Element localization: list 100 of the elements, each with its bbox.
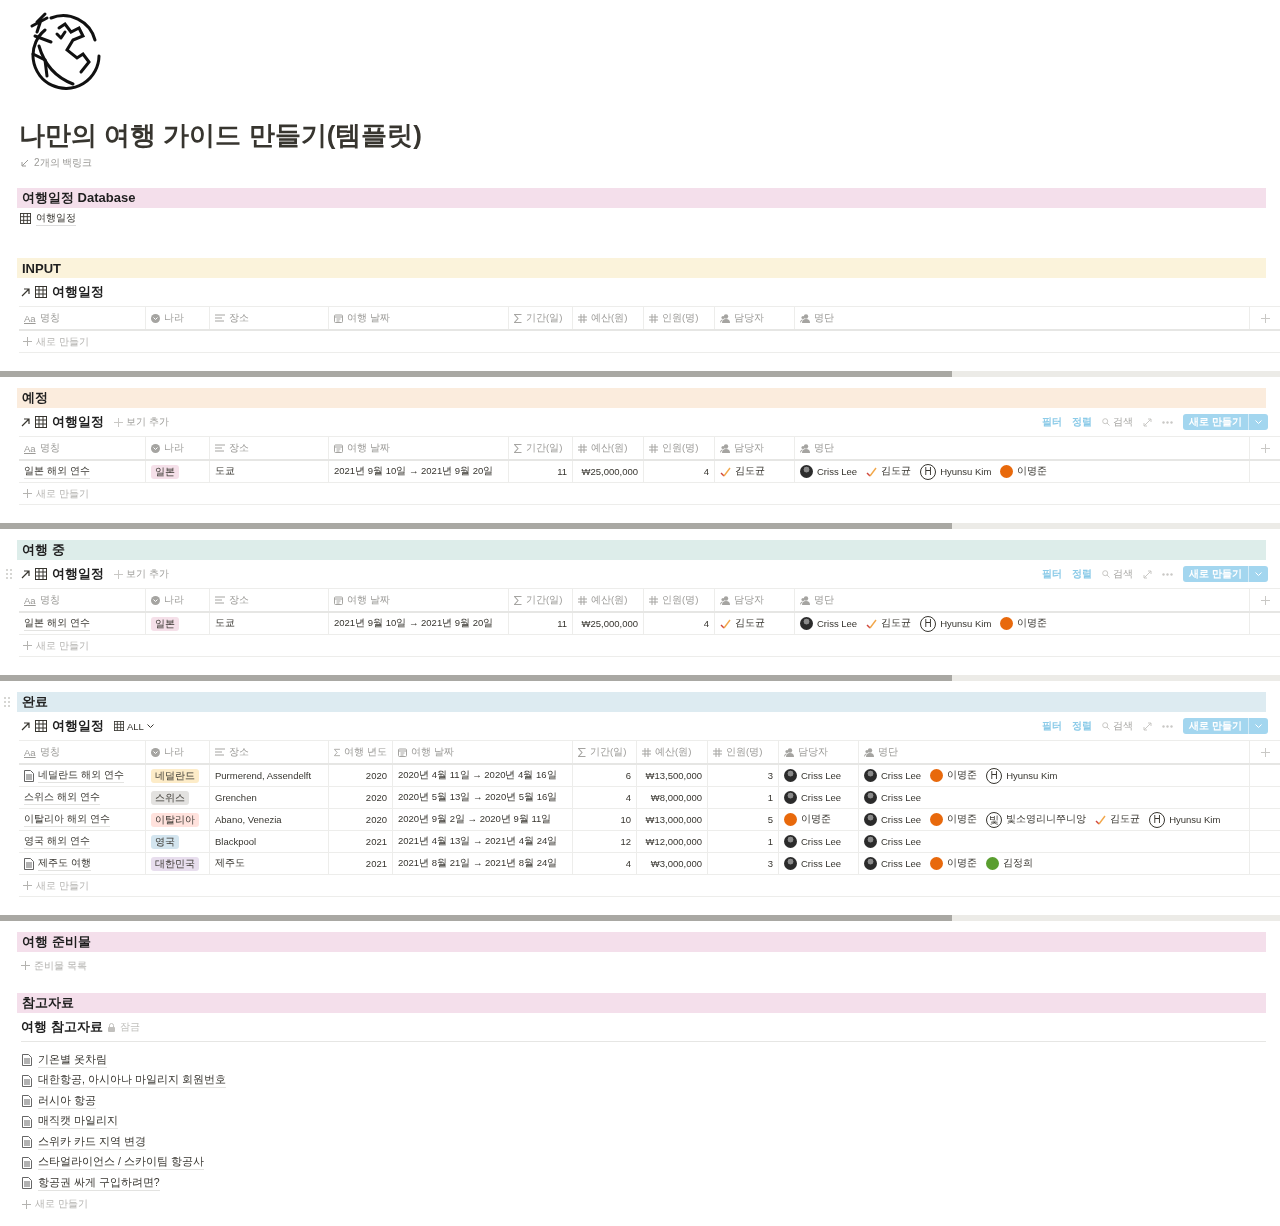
page-name[interactable]: 네덜란드 해외 연수 <box>38 768 124 783</box>
page-link[interactable]: 스위카 카드 지역 변경 <box>38 1134 146 1150</box>
page-name[interactable]: 일본 해외 연수 <box>24 464 90 479</box>
database-title[interactable]: 여행일정 <box>52 283 104 301</box>
search-button[interactable]: 검색 <box>1102 415 1134 429</box>
sort-link[interactable]: 정렬 <box>1072 719 1093 733</box>
sort-link[interactable]: 정렬 <box>1072 415 1093 429</box>
page-name[interactable]: 일본 해외 연수 <box>24 616 90 631</box>
database-title[interactable]: 여행일정 <box>52 413 104 431</box>
new-page-button[interactable]: 새로 만들기 <box>22 1193 1280 1215</box>
scrollbar[interactable] <box>0 523 1280 529</box>
column-header[interactable]: 담당자 <box>715 307 795 329</box>
text-lines-icon <box>215 748 225 756</box>
column-header[interactable]: 담당자 <box>715 589 795 611</box>
column-header[interactable]: 기간(일) <box>573 741 637 763</box>
column-header[interactable]: 여행 날짜 <box>329 589 509 611</box>
sort-link[interactable]: 정렬 <box>1072 567 1093 581</box>
filter-link[interactable]: 필터 <box>1042 719 1063 733</box>
add-view-button[interactable]: 보기 추가 <box>114 415 169 429</box>
column-header[interactable]: 담당자 <box>715 437 795 459</box>
column-header[interactable]: 인원(명) <box>644 437 715 459</box>
column-header[interactable]: 인원(명) <box>644 307 715 329</box>
new-row-button[interactable]: 새로 만들기 <box>19 635 93 656</box>
column-header[interactable]: 명단 <box>859 741 1250 763</box>
column-header[interactable]: 장소 <box>210 307 329 329</box>
page-name[interactable]: 영국 해외 연수 <box>24 834 90 849</box>
expand-icon[interactable] <box>1143 569 1153 579</box>
column-header[interactable]: Aa 명칭 <box>19 741 146 763</box>
column-header[interactable]: 나라 <box>146 741 210 763</box>
new-button[interactable]: 새로 만들기 <box>1183 414 1268 430</box>
column-header[interactable]: 나라 <box>146 589 210 611</box>
column-header[interactable]: 기간(일) <box>509 589 573 611</box>
page-link[interactable]: 러시아 항공 <box>38 1093 96 1109</box>
more-icon[interactable] <box>1162 420 1174 424</box>
add-item-button[interactable]: 준비물 목록 <box>17 955 91 976</box>
column-header[interactable]: 인원(명) <box>708 741 779 763</box>
column-header[interactable]: 명단 <box>795 437 1250 459</box>
column-header[interactable]: 기간(일) <box>509 437 573 459</box>
scrollbar[interactable] <box>0 371 1280 377</box>
column-header[interactable]: Aa 명칭 <box>19 437 146 459</box>
column-header[interactable]: 예산(원) <box>573 307 644 329</box>
person-name: 김도균 <box>881 465 912 478</box>
column-header[interactable]: 여행 날짜 <box>329 437 509 459</box>
column-header[interactable]: 장소 <box>210 437 329 459</box>
column-header[interactable]: Aa 명칭 <box>19 589 146 611</box>
scrollbar[interactable] <box>0 675 1280 681</box>
column-header[interactable]: 나라 <box>146 307 210 329</box>
new-row-button[interactable]: 새로 만들기 <box>19 875 93 896</box>
drag-handle-icon[interactable] <box>4 697 10 707</box>
column-header[interactable]: 나라 <box>146 437 210 459</box>
column-header[interactable]: 여행 날짜 <box>393 741 573 763</box>
page-link[interactable]: 대한항공, 아시아나 마일리지 회원번호 <box>38 1073 226 1089</box>
search-button[interactable]: 검색 <box>1102 567 1134 581</box>
person-name: Criss Lee <box>817 466 858 477</box>
new-row-button[interactable]: 새로 만들기 <box>19 331 93 352</box>
view-menu[interactable]: ALL <box>114 720 154 732</box>
page-link[interactable]: 스타얼라이언스 / 스카이팀 항공사 <box>38 1155 204 1171</box>
plus-icon <box>23 489 32 498</box>
hash-icon <box>578 595 587 605</box>
page-link[interactable]: 항공권 싸게 구입하려면? <box>38 1175 160 1191</box>
column-header[interactable]: Aa 명칭 <box>19 307 146 329</box>
filter-link[interactable]: 필터 <box>1042 567 1063 581</box>
column-header[interactable]: 명단 <box>795 589 1250 611</box>
backlinks-link[interactable]: 2개의 백링크 <box>34 156 93 170</box>
page-name[interactable]: 제주도 여행 <box>38 856 91 871</box>
page-name[interactable]: 이탈리아 해외 연수 <box>24 812 110 827</box>
page-name[interactable]: 스위스 해외 연수 <box>24 790 100 805</box>
column-header[interactable]: 여행 날짜 <box>329 307 509 329</box>
person-name: Criss Lee <box>801 858 842 869</box>
column-header[interactable]: 예산(원) <box>573 437 644 459</box>
new-button[interactable]: 새로 만들기 <box>1183 566 1268 582</box>
column-header[interactable]: 인원(명) <box>644 589 715 611</box>
expand-icon[interactable] <box>1143 417 1153 427</box>
column-header[interactable]: 예산(원) <box>637 741 708 763</box>
person-name: Hyunsu Kim <box>940 466 992 477</box>
column-header[interactable]: 담당자 <box>779 741 859 763</box>
page-link[interactable]: 기온별 옷차림 <box>38 1052 107 1068</box>
column-header[interactable]: 기간(일) <box>509 307 573 329</box>
text-type-icon: Aa <box>24 442 36 454</box>
new-button[interactable]: 새로 만들기 <box>1183 718 1268 734</box>
scrollbar[interactable] <box>0 915 1280 921</box>
column-header[interactable]: 여행 년도 <box>329 741 393 763</box>
column-header[interactable]: 예산(원) <box>573 589 644 611</box>
database-link[interactable]: 여행일정 <box>36 211 76 226</box>
new-row-button[interactable]: 새로 만들기 <box>19 483 93 504</box>
search-button[interactable]: 검색 <box>1102 719 1134 733</box>
person-name: Criss Lee <box>817 618 858 629</box>
column-header[interactable]: 장소 <box>210 741 329 763</box>
column-header[interactable]: 명단 <box>795 307 1250 329</box>
page-link[interactable]: 매직캣 마일리지 <box>38 1114 118 1130</box>
filter-link[interactable]: 필터 <box>1042 415 1063 429</box>
add-view-button[interactable]: 보기 추가 <box>114 567 169 581</box>
database-title[interactable]: 여행일정 <box>52 565 104 583</box>
column-header[interactable]: 장소 <box>210 589 329 611</box>
document-icon <box>22 1074 32 1087</box>
database-title[interactable]: 여행일정 <box>52 717 104 735</box>
expand-icon[interactable] <box>1143 721 1153 731</box>
drag-handle-icon[interactable] <box>6 569 12 579</box>
more-icon[interactable] <box>1162 724 1174 728</box>
more-icon[interactable] <box>1162 572 1174 576</box>
